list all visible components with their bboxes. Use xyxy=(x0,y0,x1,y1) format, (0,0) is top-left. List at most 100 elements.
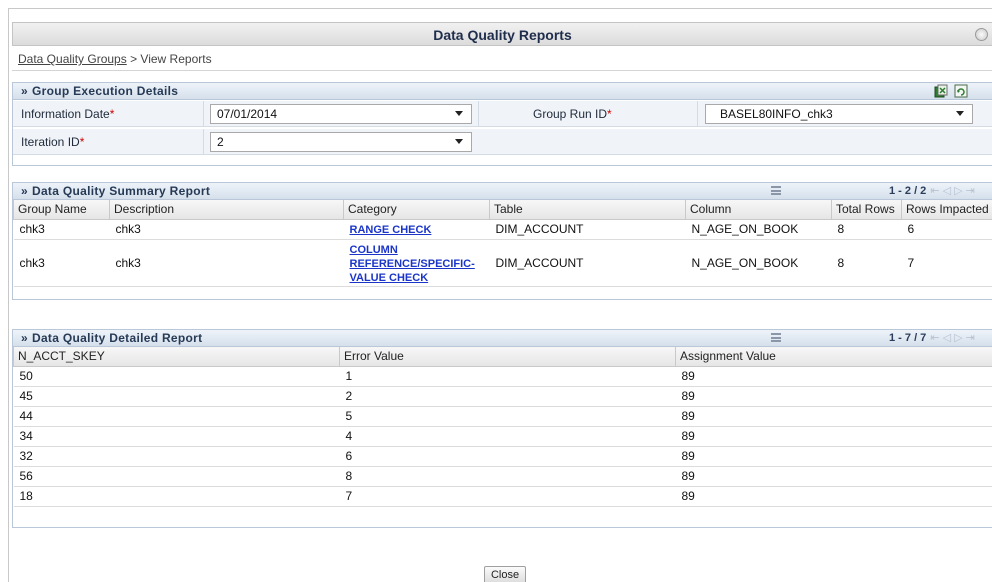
cell-error-value: 6 xyxy=(339,446,676,467)
cell-n-acct-skey: 32 xyxy=(13,446,340,467)
group-run-id-select[interactable]: BASEL80INFO_chk3 xyxy=(705,104,973,124)
col-header-total-rows[interactable]: Total Rows xyxy=(831,200,902,220)
group-execution-panel: » Group Execution Details Information Dat… xyxy=(12,82,992,166)
category-link[interactable]: COLUMN REFERENCE/SPECIFIC-VALUE CHECK xyxy=(350,244,475,284)
help-icon[interactable] xyxy=(975,28,988,41)
breadcrumb-current: View Reports xyxy=(140,52,212,66)
group-execution-header: » Group Execution Details xyxy=(13,83,992,100)
cell-column: N_AGE_ON_BOOK xyxy=(685,219,832,240)
refresh-export-icon[interactable] xyxy=(954,84,968,98)
iteration-id-select[interactable]: 2 xyxy=(210,132,472,152)
col-header-category[interactable]: Category xyxy=(343,200,490,220)
cell-assignment-value: 89 xyxy=(675,426,992,447)
cell-assignment-value: 89 xyxy=(675,486,992,507)
cell-n-acct-skey: 56 xyxy=(13,466,340,487)
table-row[interactable]: 45 2 89 xyxy=(13,386,992,407)
collapse-chevron-icon[interactable]: » xyxy=(21,84,28,98)
cell-error-value: 1 xyxy=(339,366,676,387)
cell-description: chk3 xyxy=(109,219,344,240)
pagination-arrows-icon[interactable]: ⇤ ◁ ▷ ⇥ xyxy=(930,332,975,344)
breadcrumb-separator: > xyxy=(130,52,138,66)
cell-category: COLUMN REFERENCE/SPECIFIC-VALUE CHECK xyxy=(343,239,490,287)
cell-group-name: chk3 xyxy=(13,219,110,240)
chevron-down-icon xyxy=(455,111,463,116)
table-row[interactable]: 50 1 89 xyxy=(13,366,992,387)
cell-assignment-value: 89 xyxy=(675,466,992,487)
summary-report-title: Data Quality Summary Report xyxy=(31,184,211,198)
cell-table: DIM_ACCOUNT xyxy=(489,219,686,240)
col-header-table[interactable]: Table xyxy=(489,200,686,220)
detailed-report-header: » Data Quality Detailed Report 1 - 7 / 7 ⇤… xyxy=(13,330,992,347)
group-execution-title: Group Execution Details xyxy=(31,84,179,98)
iteration-id-value: 2 xyxy=(217,135,224,149)
information-date-row: Information Date* 07/01/2014 Group Run I… xyxy=(13,101,992,127)
column-menu-icon[interactable] xyxy=(771,186,781,195)
col-header-column[interactable]: Column xyxy=(685,200,832,220)
close-button[interactable]: Close xyxy=(484,566,526,582)
table-row[interactable]: 34 4 89 xyxy=(13,426,992,447)
table-row[interactable]: chk3 chk3 COLUMN REFERENCE/SPECIFIC-VALU… xyxy=(13,239,992,287)
col-header-rows-impacted[interactable]: Rows Impacted xyxy=(901,200,992,220)
cell-error-value: 2 xyxy=(339,386,676,407)
cell-error-value: 5 xyxy=(339,406,676,427)
information-date-select[interactable]: 07/01/2014 xyxy=(210,104,472,124)
column-menu-icon[interactable] xyxy=(771,333,781,342)
table-row[interactable]: 32 6 89 xyxy=(13,446,992,467)
summary-header-row: Group Name Description Category Table Co… xyxy=(13,200,992,220)
col-header-group-name[interactable]: Group Name xyxy=(13,200,110,220)
summary-pager: 1 - 2 / 2 ⇤ ◁ ▷ ⇥ xyxy=(889,184,975,197)
summary-report-header: » Data Quality Summary Report 1 - 2 / 2 ⇤ … xyxy=(13,183,992,200)
group-run-id-label: Group Run ID* xyxy=(533,107,612,121)
cell-n-acct-skey: 45 xyxy=(13,386,340,407)
table-row[interactable]: chk3 chk3 RANGE CHECK DIM_ACCOUNT N_AGE_… xyxy=(13,219,992,240)
chevron-down-icon xyxy=(956,111,964,116)
cell-assignment-value: 89 xyxy=(675,366,992,387)
detailed-pager-text: 1 - 7 / 7 xyxy=(889,332,927,344)
cell-assignment-value: 89 xyxy=(675,386,992,407)
breadcrumb-link-data-quality-groups[interactable]: Data Quality Groups xyxy=(18,52,127,66)
page-title-bar: Data Quality Reports xyxy=(12,22,992,46)
cell-table: DIM_ACCOUNT xyxy=(489,239,686,287)
category-link[interactable]: RANGE CHECK xyxy=(350,224,432,236)
detailed-header-row: N_ACCT_SKEY Error Value Assignment Value xyxy=(13,347,992,367)
cell-n-acct-skey: 44 xyxy=(13,406,340,427)
breadcrumb-divider xyxy=(12,70,992,71)
group-run-id-value: BASEL80INFO_chk3 xyxy=(720,107,833,121)
page-title: Data Quality Reports xyxy=(433,27,572,43)
cell-n-acct-skey: 50 xyxy=(13,366,340,387)
cell-category: RANGE CHECK xyxy=(343,219,490,240)
cell-group-name: chk3 xyxy=(13,239,110,287)
summary-report-table: Group Name Description Category Table Co… xyxy=(13,200,992,287)
detailed-report-table: N_ACCT_SKEY Error Value Assignment Value… xyxy=(13,347,992,507)
information-date-value: 07/01/2014 xyxy=(217,107,278,121)
detailed-report-panel: » Data Quality Detailed Report 1 - 7 / 7 ⇤… xyxy=(12,329,992,528)
col-header-description[interactable]: Description xyxy=(109,200,344,220)
table-row[interactable]: 56 8 89 xyxy=(13,466,992,487)
cell-total-rows: 8 xyxy=(831,219,902,240)
cell-n-acct-skey: 34 xyxy=(13,426,340,447)
cell-description: chk3 xyxy=(109,239,344,287)
detailed-report-title: Data Quality Detailed Report xyxy=(31,331,203,345)
cell-assignment-value: 89 xyxy=(675,406,992,427)
cell-error-value: 7 xyxy=(339,486,676,507)
iteration-id-row: Iteration ID* 2 xyxy=(13,129,992,155)
table-row[interactable]: 18 7 89 xyxy=(13,486,992,507)
collapse-chevron-icon[interactable]: » xyxy=(21,184,28,198)
col-header-n-acct-skey[interactable]: N_ACCT_SKEY xyxy=(13,347,340,367)
col-header-error-value[interactable]: Error Value xyxy=(339,347,676,367)
information-date-label: Information Date* xyxy=(21,107,115,121)
table-row[interactable]: 44 5 89 xyxy=(13,406,992,427)
summary-pager-text: 1 - 2 / 2 xyxy=(889,185,927,197)
summary-report-panel: » Data Quality Summary Report 1 - 2 / 2 ⇤ … xyxy=(12,182,992,300)
cell-error-value: 4 xyxy=(339,426,676,447)
cell-n-acct-skey: 18 xyxy=(13,486,340,507)
collapse-chevron-icon[interactable]: » xyxy=(21,331,28,345)
detailed-pager: 1 - 7 / 7 ⇤ ◁ ▷ ⇥ xyxy=(889,331,975,344)
pagination-arrows-icon[interactable]: ⇤ ◁ ▷ ⇥ xyxy=(930,185,975,197)
col-header-assignment-value[interactable]: Assignment Value xyxy=(675,347,992,367)
cell-error-value: 8 xyxy=(339,466,676,487)
iteration-id-label: Iteration ID* xyxy=(21,135,85,149)
excel-export-icon[interactable] xyxy=(934,84,948,98)
breadcrumb: Data Quality Groups > View Reports xyxy=(18,52,212,66)
cell-total-rows: 8 xyxy=(831,239,902,287)
